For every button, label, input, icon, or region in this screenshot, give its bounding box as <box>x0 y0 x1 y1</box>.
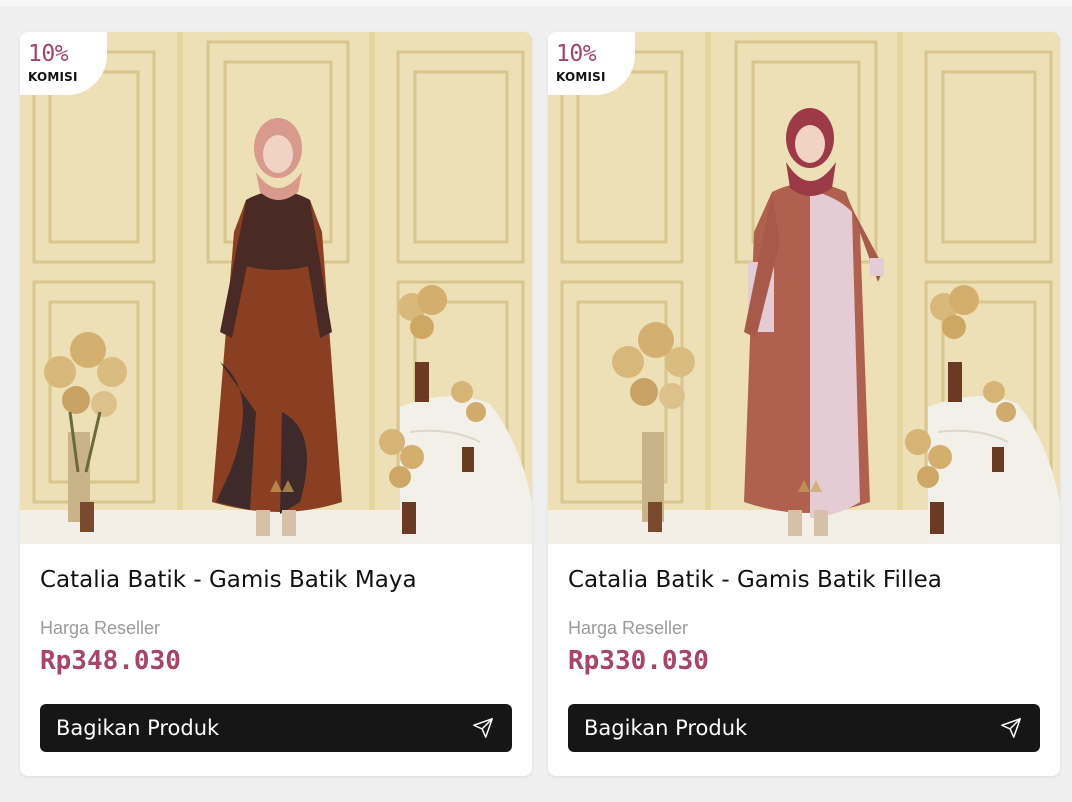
commission-label: KOMISI <box>28 70 78 84</box>
share-product-button[interactable]: Bagikan Produk <box>568 704 1040 752</box>
product-card[interactable]: 10% KOMISI Catalia Batik - Gamis Batik M… <box>20 32 532 776</box>
send-icon <box>1001 718 1021 738</box>
price-label: Harga Reseller <box>40 618 161 638</box>
price-label: Harga Reseller <box>568 618 689 638</box>
share-button-label: Bagikan Produk <box>56 716 220 740</box>
product-image[interactable]: 10% KOMISI <box>20 32 532 544</box>
product-card[interactable]: 10% KOMISI Catalia Batik - Gamis Batik F… <box>548 32 1060 776</box>
product-price: Rp348.030 <box>40 646 181 676</box>
send-icon <box>473 718 493 738</box>
share-product-button[interactable]: Bagikan Produk <box>40 704 512 752</box>
commission-percent: 10% <box>28 41 69 67</box>
share-button-label: Bagikan Produk <box>584 716 748 740</box>
product-image[interactable]: 10% KOMISI <box>548 32 1060 544</box>
commission-label: KOMISI <box>556 70 606 84</box>
product-title[interactable]: Catalia Batik - Gamis Batik Maya <box>40 567 417 593</box>
product-grid: 10% KOMISI Catalia Batik - Gamis Batik M… <box>20 32 1060 776</box>
product-title[interactable]: Catalia Batik - Gamis Batik Fillea <box>568 567 942 593</box>
commission-percent: 10% <box>556 41 597 67</box>
top-divider <box>0 0 1072 6</box>
product-price: Rp330.030 <box>568 646 709 676</box>
